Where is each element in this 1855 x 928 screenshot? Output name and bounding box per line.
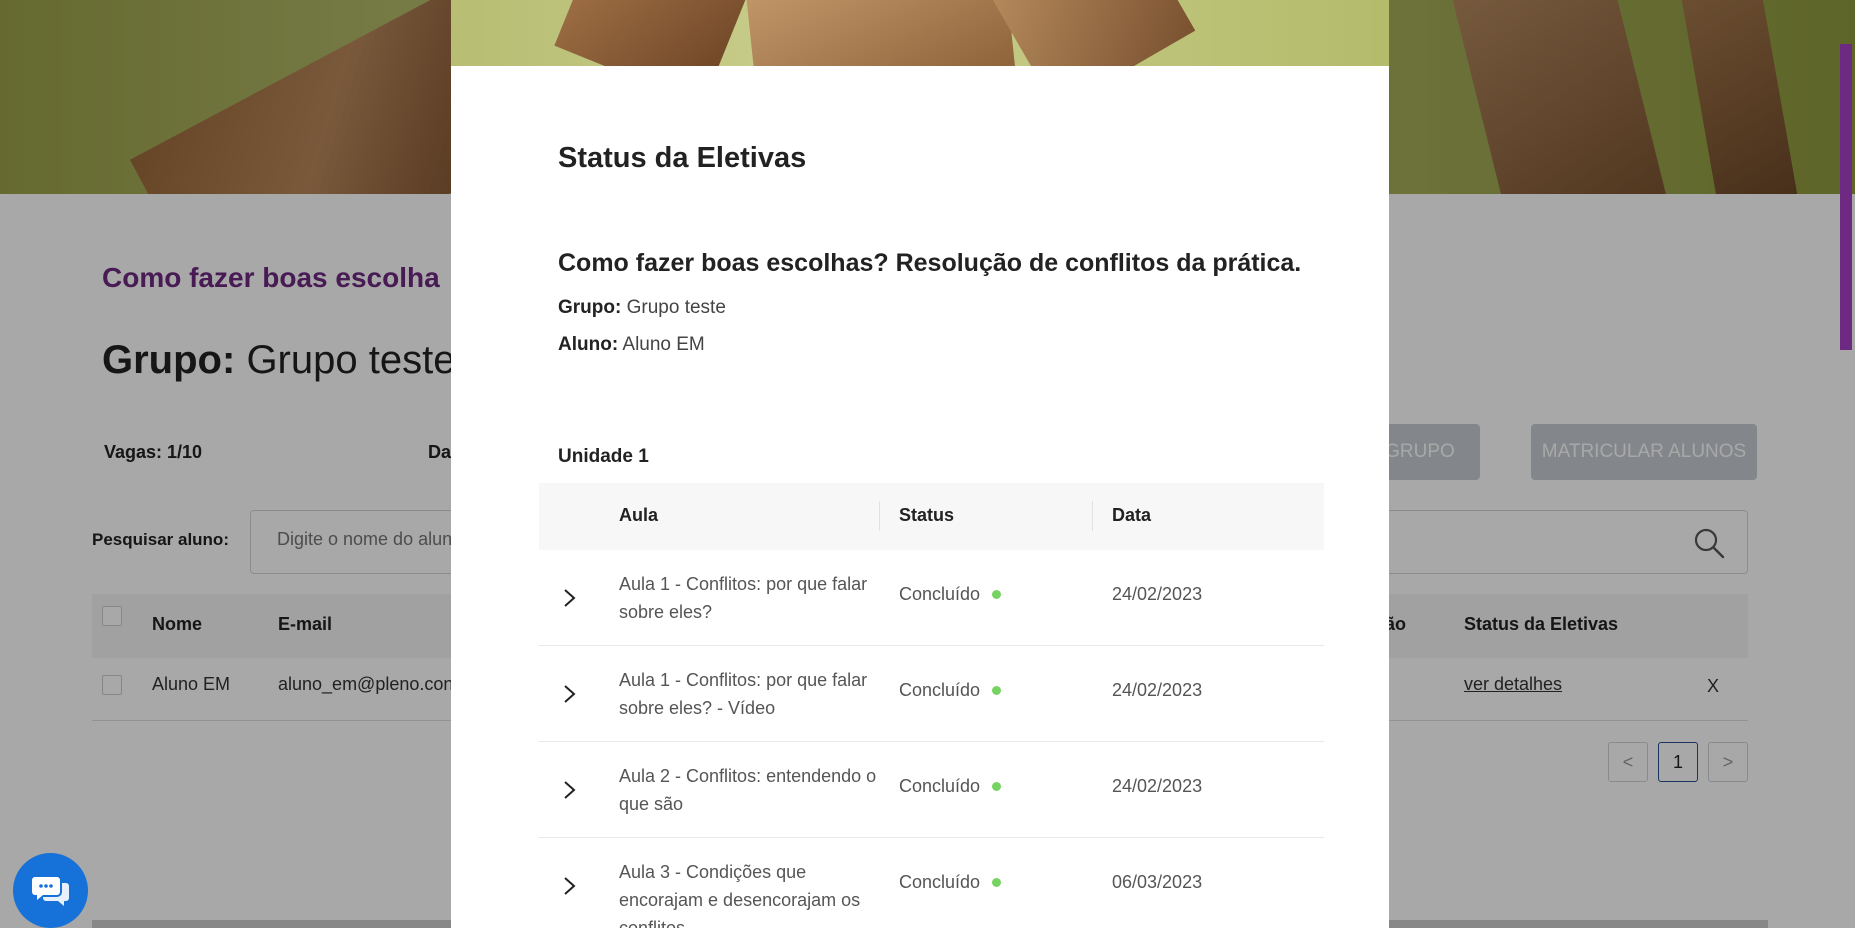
chevron-right-icon[interactable] [561,876,579,896]
lesson-row[interactable]: Aula 1 - Conflitos: por que falar sobre … [539,550,1324,646]
status-dot-icon [992,589,1002,599]
chevron-right-icon[interactable] [561,684,579,704]
status-dot-icon [992,781,1002,791]
lesson-date: 24/02/2023 [1112,680,1203,700]
lesson-date: 06/03/2023 [1112,872,1203,892]
modal-student-label: Aluno: [558,334,619,355]
column-separator [1092,501,1093,531]
chat-icon [31,876,69,906]
status-dot-icon [992,877,1002,887]
column-separator [879,501,880,531]
lesson-status-text: Concluído [899,680,981,700]
modal-hero-image [451,0,1389,66]
modal-hero-wood [986,0,1196,66]
lesson-row[interactable]: Aula 3 - Condições que encorajam e desen… [539,838,1324,928]
column-aula: Aula [619,505,659,525]
status-dot-icon [992,685,1002,695]
lesson-name: Aula 1 - Conflitos: por que falar sobre … [619,670,868,718]
column-status: Status [899,505,955,525]
chevron-right-icon[interactable] [561,588,579,608]
lesson-row[interactable]: Aula 1 - Conflitos: por que falar sobre … [539,646,1324,742]
modal-course-title: Como fazer boas escolhas? Resolução de c… [558,249,1302,277]
modal-student-info: Aluno: Aluno EM [558,334,705,356]
modal-group-value: Grupo teste [626,297,726,318]
lesson-status-text: Concluído [899,872,981,892]
lesson-date: 24/02/2023 [1112,584,1203,604]
lesson-row[interactable]: Aula 2 - Conflitos: entendendo o que são… [539,742,1324,838]
lesson-name: Aula 2 - Conflitos: entendendo o que são [619,766,877,814]
lesson-name: Aula 3 - Condições que encorajam e desen… [619,862,861,928]
lesson-status-text: Concluído [899,584,981,604]
modal-student-value: Aluno EM [622,334,705,355]
lesson-date: 24/02/2023 [1112,776,1203,796]
lesson-name: Aula 1 - Conflitos: por que falar sobre … [619,574,868,622]
page-scrollbar[interactable] [1840,44,1852,350]
status-modal: Status da Eletivas Como fazer boas escol… [451,0,1389,928]
lesson-status: Concluído [899,680,1002,701]
chat-button[interactable] [13,853,88,928]
lesson-status: Concluído [899,584,1002,605]
modal-group-label: Grupo: [558,297,622,318]
modal-group-info: Grupo: Grupo teste [558,297,726,319]
chevron-right-icon[interactable] [561,780,579,800]
column-data: Data [1112,505,1152,525]
modal-title: Status da Eletivas [558,142,807,174]
modal-hero-wood [554,0,748,66]
modal-hero-wood [744,0,1018,66]
lesson-status: Concluído [899,872,1002,893]
lesson-status-text: Concluído [899,776,981,796]
unit-heading: Unidade 1 [558,446,649,467]
lesson-status: Concluído [899,776,1002,797]
lessons-table-header: Aula Status Data [539,483,1324,550]
